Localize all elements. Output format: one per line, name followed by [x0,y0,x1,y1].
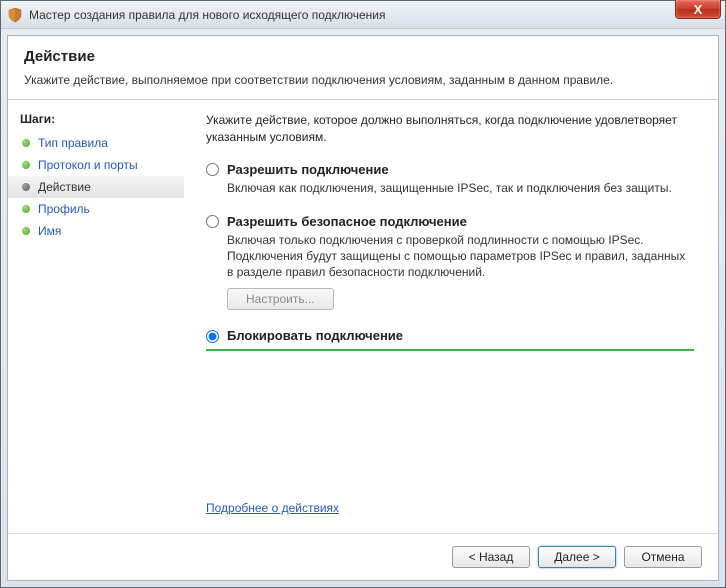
footer: < Назад Далее > Отмена [8,533,718,580]
page-title: Действие [24,48,702,65]
option-allow-secure: Разрешить безопасное подключение Включая… [206,214,694,311]
option-block: Блокировать подключение [206,328,694,351]
step-label: Тип правила [38,136,108,150]
option-allow-desc: Включая как подключения, защищенные IPSe… [227,180,694,196]
step-label: Действие [38,180,91,194]
app-icon [7,7,23,23]
body: Шаги: Тип правила Протокол и порты Дейст… [8,100,718,533]
instruction-text: Укажите действие, которое должно выполня… [206,112,694,146]
cancel-button[interactable]: Отмена [624,546,702,568]
learn-more-link[interactable]: Подробнее о действиях [206,501,694,515]
step-label: Имя [38,224,61,238]
bullet-icon [22,161,30,169]
option-allow-secure-desc: Включая только подключения с проверкой п… [227,232,694,281]
option-allow-secure-title: Разрешить безопасное подключение [227,214,467,229]
radio-allow[interactable] [206,163,219,176]
content-pane: Действие Укажите действие, выполняемое п… [7,35,719,581]
main-panel: Укажите действие, которое должно выполня… [184,100,718,533]
titlebar: Мастер создания правила для нового исход… [1,1,725,29]
option-allow-secure-row[interactable]: Разрешить безопасное подключение [206,214,694,229]
bullet-icon [22,205,30,213]
page-description: Укажите действие, выполняемое при соотве… [24,73,702,87]
option-block-title: Блокировать подключение [227,328,403,343]
step-profile[interactable]: Профиль [8,198,184,220]
steps-sidebar: Шаги: Тип правила Протокол и порты Дейст… [8,100,184,533]
step-rule-type[interactable]: Тип правила [8,132,184,154]
customize-button: Настроить... [227,288,334,310]
step-name[interactable]: Имя [8,220,184,242]
bullet-icon [22,139,30,147]
step-label: Протокол и порты [38,158,138,172]
radio-block[interactable] [206,330,219,343]
bullet-icon [22,227,30,235]
wizard-window: Мастер создания правила для нового исход… [0,0,726,588]
bullet-icon [22,183,30,191]
radio-allow-secure[interactable] [206,215,219,228]
steps-heading: Шаги: [8,108,184,132]
step-action[interactable]: Действие [8,176,184,198]
option-allow-row[interactable]: Разрешить подключение [206,162,694,177]
option-allow-title: Разрешить подключение [227,162,389,177]
page-header: Действие Укажите действие, выполняемое п… [8,36,718,100]
option-allow: Разрешить подключение Включая как подклю… [206,162,694,196]
step-label: Профиль [38,202,90,216]
option-block-row[interactable]: Блокировать подключение [206,328,694,343]
window-title: Мастер создания правила для нового исход… [29,8,719,22]
back-button[interactable]: < Назад [452,546,530,568]
step-protocol-ports[interactable]: Протокол и порты [8,154,184,176]
close-button[interactable]: X [675,0,721,19]
next-button[interactable]: Далее > [538,546,616,568]
